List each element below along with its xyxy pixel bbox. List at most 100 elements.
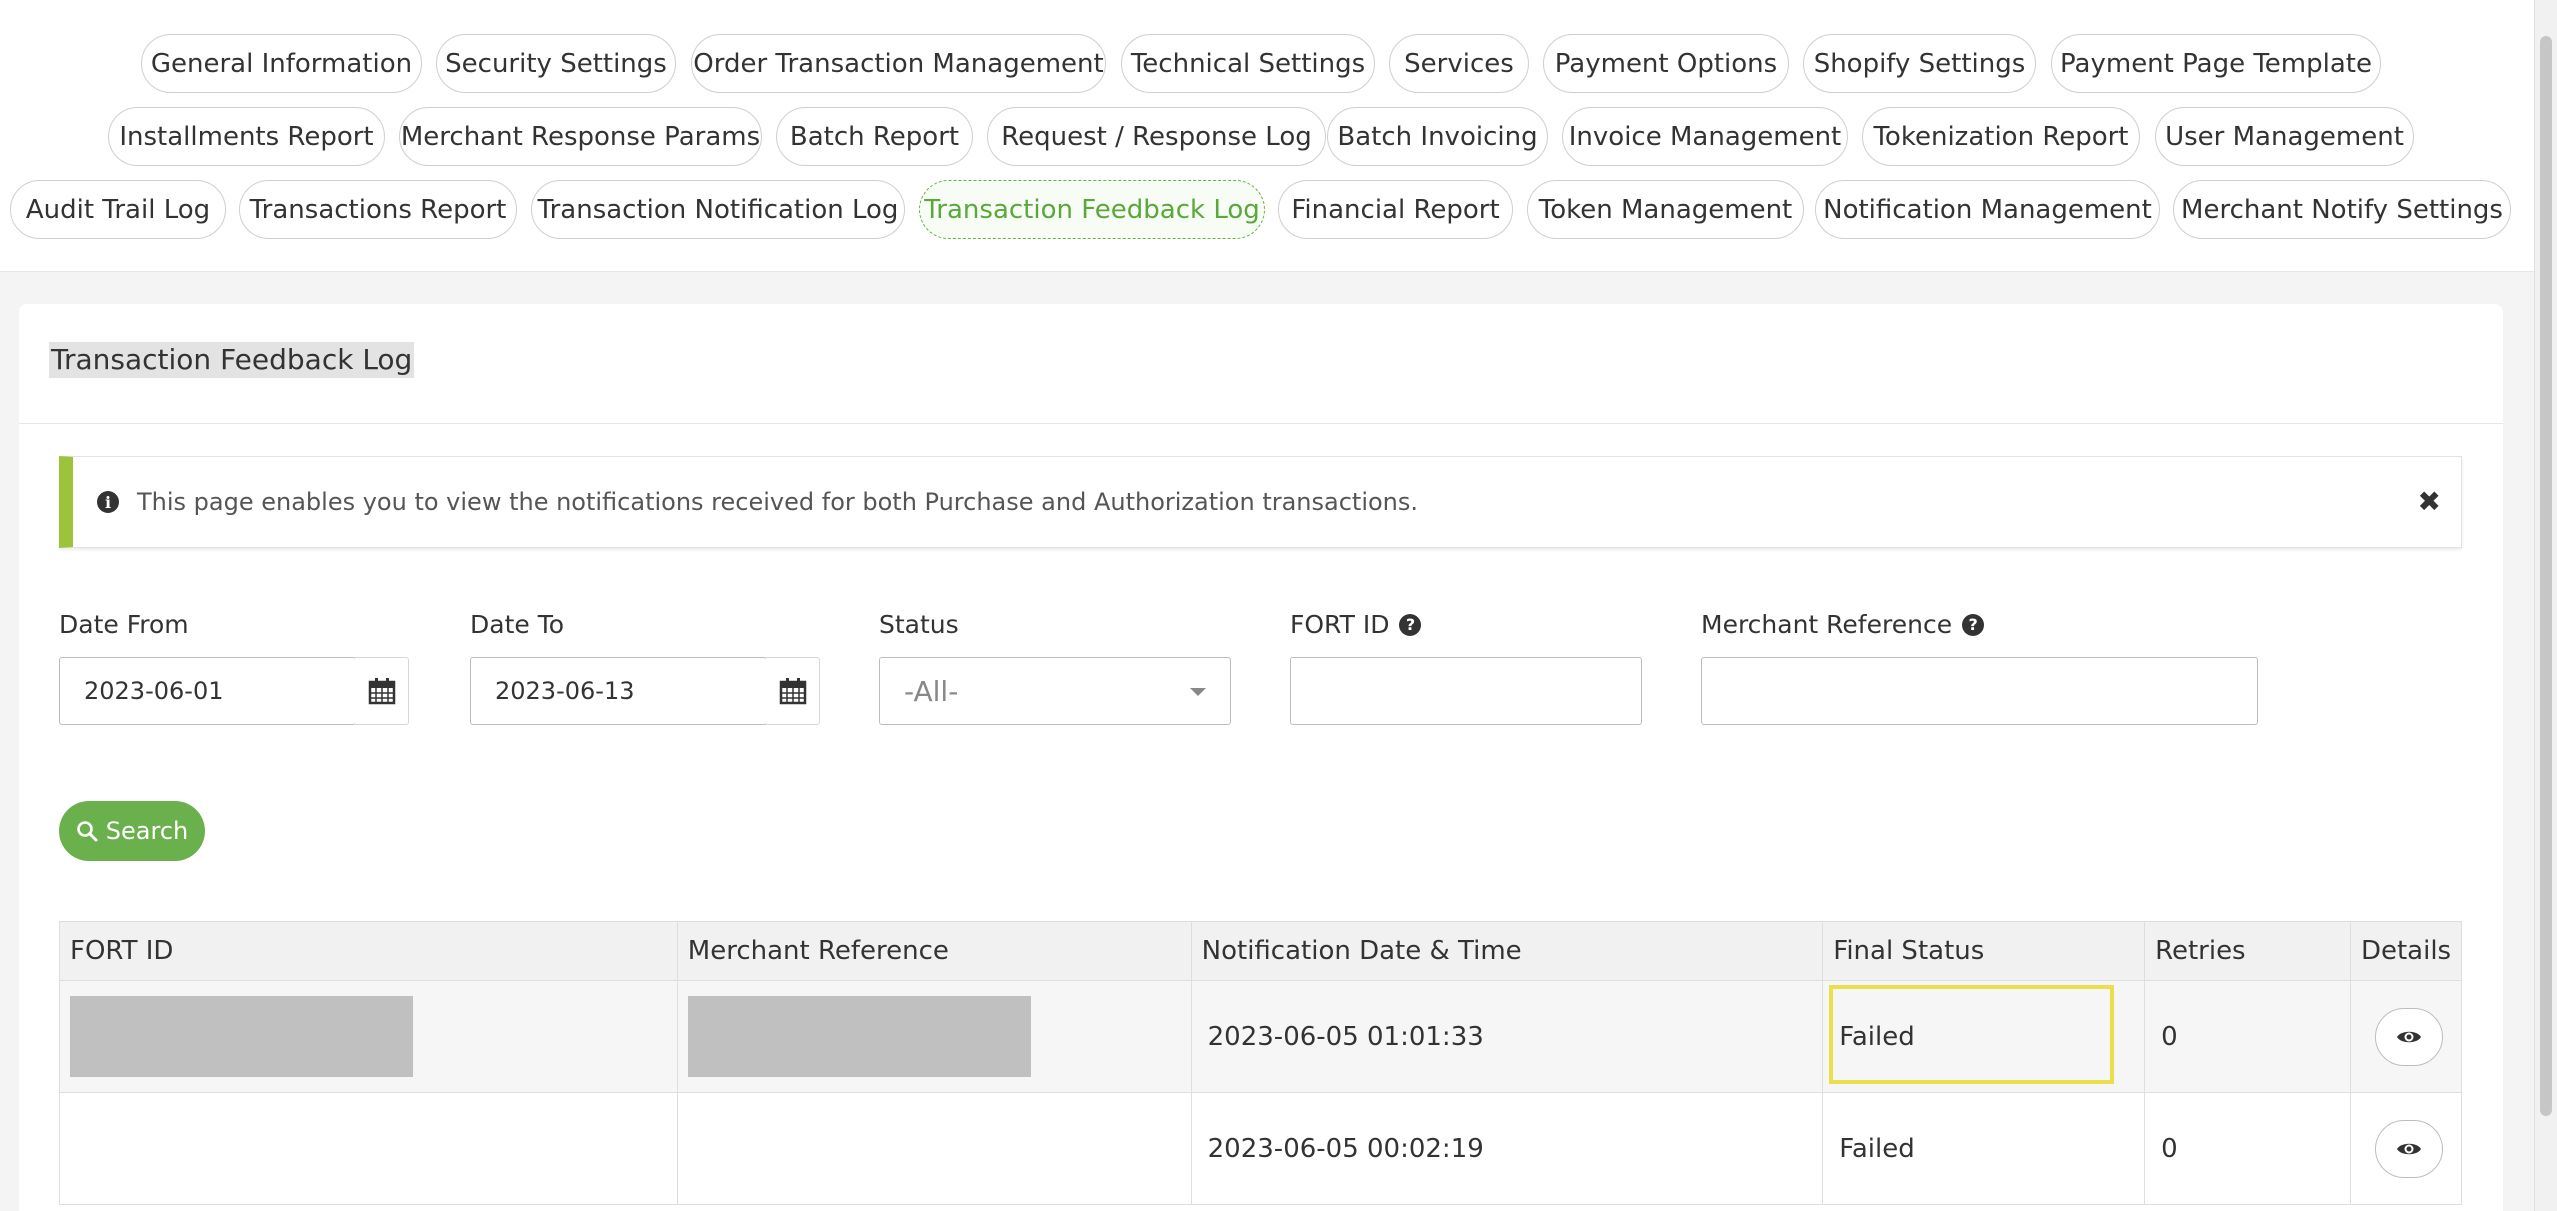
date-from-calendar-button[interactable]: [355, 657, 409, 725]
details-cell: [2349, 980, 2463, 1093]
tab-notification-management[interactable]: Notification Management: [1815, 180, 2160, 239]
tab-tokenization-report[interactable]: Tokenization Report: [1862, 107, 2140, 166]
tab-label: Payment Options: [1554, 48, 1778, 79]
date-from-label: Date From: [59, 610, 189, 639]
tab-audit-trail-log[interactable]: Audit Trail Log: [10, 180, 226, 239]
fort-id-input[interactable]: [1290, 657, 1642, 725]
tab-label: Payment Page Template: [2060, 48, 2372, 79]
tab-transaction-feedback-log[interactable]: Transaction Feedback Log: [919, 180, 1265, 239]
tab-token-management[interactable]: Token Management: [1527, 180, 1804, 239]
date-to-calendar-button[interactable]: [766, 657, 820, 725]
tab-request-response-log[interactable]: Request / Response Log: [987, 107, 1326, 166]
notification-datetime-cell: 2023-06-05 00:02:19: [1190, 1092, 1824, 1205]
merchant-reference-label: Merchant Reference ?: [1701, 610, 1985, 639]
redacted-block: [70, 996, 413, 1077]
tab-label: Tokenization Report: [1873, 121, 2129, 152]
date-to-input[interactable]: 2023-06-13: [470, 657, 767, 725]
tab-label: Shopify Settings: [1813, 48, 2026, 79]
panel-header: Transaction Feedback Log: [19, 304, 2503, 424]
merchant-reference-label-text: Merchant Reference: [1701, 610, 1953, 639]
date-from-value: 2023-06-01: [84, 677, 224, 705]
tab-label: Merchant Notify Settings: [2181, 194, 2503, 225]
tab-merchant-response-params[interactable]: Merchant Response Params: [399, 107, 762, 166]
tab-financial-report[interactable]: Financial Report: [1278, 180, 1513, 239]
column-header-final-status[interactable]: Final Status: [1822, 921, 2146, 981]
tab-merchant-notify-settings[interactable]: Merchant Notify Settings: [2173, 180, 2511, 239]
search-button-label: Search: [105, 817, 189, 845]
tab-label: Installments Report: [119, 121, 374, 152]
column-header-fort-id[interactable]: FORT ID: [59, 921, 678, 981]
status-label-text: Status: [879, 610, 959, 639]
tab-transaction-notification-log[interactable]: Transaction Notification Log: [531, 180, 905, 239]
fort-id-cell: [59, 980, 678, 1093]
chevron-down-icon: [1190, 688, 1206, 696]
tab-transactions-report[interactable]: Transactions Report: [239, 180, 517, 239]
scrollbar-thumb[interactable]: [2540, 36, 2552, 1116]
tab-technical-settings[interactable]: Technical Settings: [1121, 34, 1375, 93]
final-status-cell: Failed: [1822, 980, 2146, 1093]
tab-services[interactable]: Services: [1389, 34, 1529, 93]
fort-id-label: FORT ID ?: [1290, 610, 1422, 639]
tab-label: Technical Settings: [1130, 48, 1366, 79]
tab-invoice-management[interactable]: Invoice Management: [1562, 107, 1848, 166]
tab-order-transaction-management[interactable]: Order Transaction Management: [691, 34, 1106, 93]
tab-user-management[interactable]: User Management: [2155, 107, 2414, 166]
tab-label: Request / Response Log: [1001, 121, 1312, 152]
tab-label: Token Management: [1538, 194, 1793, 225]
feedback-log-table: FORT ID Merchant Reference Notification …: [59, 921, 2463, 1205]
tab-label: Audit Trail Log: [25, 194, 211, 225]
tab-security-settings[interactable]: Security Settings: [436, 34, 676, 93]
help-icon[interactable]: ?: [1399, 613, 1422, 636]
view-details-button[interactable]: [2374, 1007, 2443, 1066]
tab-label: Batch Report: [789, 121, 960, 152]
search-icon: [76, 821, 98, 842]
table-header-row: FORT ID Merchant Reference Notification …: [59, 921, 2463, 981]
tab-bar: General Information Security Settings Or…: [0, 0, 2534, 272]
tab-batch-report[interactable]: Batch Report: [776, 107, 973, 166]
help-icon[interactable]: ?: [1962, 613, 1985, 636]
page-title: Transaction Feedback Log: [49, 342, 415, 378]
status-select[interactable]: -All-: [879, 657, 1231, 725]
tab-label: User Management: [2165, 121, 2404, 152]
column-header-details: Details: [2349, 921, 2463, 981]
table-row: 2023-06-05 00:02:19 Failed 0: [59, 1092, 2463, 1205]
view-details-button[interactable]: [2374, 1119, 2443, 1178]
search-button[interactable]: Search: [59, 801, 205, 861]
tab-label: Transaction Feedback Log: [924, 194, 1260, 225]
eye-icon: [2396, 1031, 2421, 1042]
tab-label: Order Transaction Management: [693, 48, 1104, 79]
tab-label: Transaction Notification Log: [537, 194, 899, 225]
table-row: 2023-06-05 01:01:33 Failed 0: [59, 980, 2463, 1093]
tab-general-information[interactable]: General Information: [141, 34, 422, 93]
fort-id-label-text: FORT ID: [1290, 610, 1390, 639]
redacted-block: [687, 996, 1031, 1077]
status-label: Status: [879, 610, 959, 639]
tab-label: Notification Management: [1823, 194, 2152, 225]
tab-label: Transactions Report: [249, 194, 507, 225]
tab-payment-options[interactable]: Payment Options: [1543, 34, 1789, 93]
retries-cell: 0: [2144, 1092, 2351, 1205]
tab-payment-page-template[interactable]: Payment Page Template: [2051, 34, 2381, 93]
details-cell: [2349, 1092, 2463, 1205]
merchant-reference-cell: [676, 980, 1192, 1093]
column-header-notification-datetime[interactable]: Notification Date & Time: [1190, 921, 1824, 981]
info-alert: i This page enables you to view the noti…: [59, 456, 2462, 548]
calendar-icon: [779, 678, 806, 705]
tab-installments-report[interactable]: Installments Report: [108, 107, 385, 166]
column-header-retries[interactable]: Retries: [2144, 921, 2351, 981]
tab-shopify-settings[interactable]: Shopify Settings: [1803, 34, 2036, 93]
tab-label: Financial Report: [1291, 194, 1500, 225]
column-header-merchant-reference[interactable]: Merchant Reference: [676, 921, 1192, 981]
tab-label: Services: [1404, 48, 1514, 79]
highlight-box: [1829, 985, 2115, 1084]
tab-label: Batch Invoicing: [1337, 121, 1538, 152]
eye-icon: [2396, 1143, 2421, 1154]
alert-message: This page enables you to view the notifi…: [137, 488, 1419, 516]
close-icon[interactable]: ✖: [2418, 485, 2441, 518]
merchant-reference-input[interactable]: [1701, 657, 2258, 725]
tab-label: General Information: [150, 48, 413, 79]
tab-label: Security Settings: [445, 48, 667, 79]
date-from-input[interactable]: 2023-06-01: [59, 657, 356, 725]
status-selected-value: -All-: [904, 674, 959, 708]
tab-batch-invoicing[interactable]: Batch Invoicing: [1327, 107, 1548, 166]
